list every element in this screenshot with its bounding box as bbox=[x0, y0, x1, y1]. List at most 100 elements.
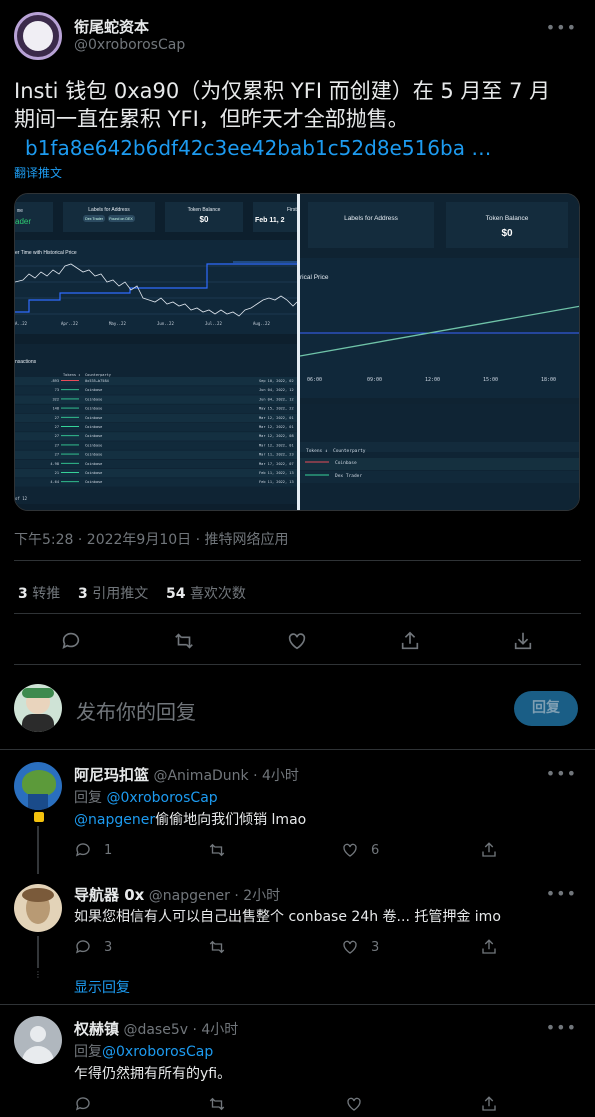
reply1-replying-to: 回复 @0xroborosCap bbox=[74, 787, 218, 807]
reply1-mention[interactable]: @napgener bbox=[74, 812, 155, 828]
right-x-tick-4: 18:00 bbox=[541, 377, 556, 383]
retweets-stat[interactable]: 3 转推 bbox=[18, 583, 60, 603]
divider bbox=[0, 1004, 595, 1005]
reply3-text: 乍得仍然拥有所有的yfi。 bbox=[74, 1066, 232, 1082]
author-name[interactable]: 衔尾蛇资本 bbox=[74, 16, 149, 37]
divider bbox=[14, 560, 581, 561]
reply1-more-icon[interactable]: ••• bbox=[546, 764, 577, 783]
right-x-tick-1: 09:00 bbox=[367, 377, 382, 383]
left-card3-value: Feb 11, 2 bbox=[255, 217, 285, 224]
left-x-tick-4: Jul..22 bbox=[205, 321, 222, 326]
reply3-handle[interactable]: @dase5v bbox=[123, 1022, 188, 1038]
reply3-avatar[interactable] bbox=[14, 1016, 62, 1064]
reply3-time[interactable]: · 4小时 bbox=[193, 1022, 239, 1038]
reply2-name[interactable]: 导航器 0x bbox=[74, 886, 144, 904]
author-handle[interactable]: @0xroborosCap bbox=[74, 37, 185, 53]
left-card2-title: Token Balance bbox=[188, 207, 221, 213]
retweet-icon[interactable] bbox=[173, 630, 195, 652]
like-icon[interactable] bbox=[286, 630, 308, 652]
user-avatar[interactable] bbox=[14, 684, 62, 732]
like-icon bbox=[343, 843, 357, 857]
right-row1-cp: Coinbase bbox=[335, 460, 357, 466]
reply3-reply-prefix: 回复 bbox=[74, 1044, 102, 1060]
reply2-share-action[interactable] bbox=[480, 938, 498, 956]
quotes-stat[interactable]: 3 引用推文 bbox=[78, 583, 148, 603]
tweet-text-line1: Insti 钱包 0xa90（为仅累积 YFI 而创建）在 5 月至 7 月 bbox=[14, 79, 551, 103]
reply2-handle[interactable]: @napgener bbox=[149, 888, 230, 904]
reply3-name[interactable]: 权赫镇 bbox=[74, 1020, 119, 1038]
left-row-counterparty: Coinbase bbox=[85, 471, 102, 475]
more-options-icon[interactable]: ••• bbox=[546, 18, 577, 37]
left-row-counterparty: Coinbase bbox=[85, 388, 102, 392]
retweet-icon bbox=[209, 843, 225, 857]
reply1-name[interactable]: 阿尼玛扣篮 bbox=[74, 766, 149, 784]
divider bbox=[14, 613, 581, 614]
reply-icon[interactable] bbox=[60, 630, 82, 652]
left-x-tick-1: Apr..22 bbox=[61, 321, 78, 326]
tweet-media[interactable]: me ader Labels for Address Dex Trader Fo… bbox=[14, 193, 580, 511]
left-col-tokens: Tokens ↕ bbox=[63, 373, 80, 377]
quotes-count: 3 bbox=[78, 586, 88, 602]
left-row-time: Mar 12, 2022, 08 bbox=[259, 434, 294, 438]
quotes-label: 引用推文 bbox=[92, 586, 149, 602]
translate-link[interactable]: 翻译推文 bbox=[14, 164, 62, 181]
reply1-reply-to[interactable]: @0xroborosCap bbox=[106, 790, 217, 806]
left-row-counterparty: Coinbase bbox=[85, 462, 102, 466]
retweets-label: 转推 bbox=[32, 586, 61, 602]
left-row-amount: 27 bbox=[55, 453, 59, 457]
download-icon[interactable] bbox=[512, 630, 534, 652]
reply2-time[interactable]: · 2小时 bbox=[234, 888, 280, 904]
left-x-tick-2: May..22 bbox=[109, 321, 126, 326]
reply-button[interactable]: 回复 bbox=[514, 691, 578, 726]
media-screenshot: me ader Labels for Address Dex Trader Fo… bbox=[15, 194, 579, 510]
share-icon bbox=[482, 1096, 496, 1111]
reply3-reply-to[interactable]: @0xroborosCap bbox=[102, 1044, 213, 1060]
right-row2-cp: Dex Trader bbox=[335, 473, 362, 479]
right-x-tick-3: 15:00 bbox=[483, 377, 498, 383]
reply1-avatar[interactable] bbox=[14, 762, 62, 810]
left-row-time: Feb 11, 2022, 13 bbox=[259, 480, 294, 484]
left-x-tick-0: A..22 bbox=[15, 321, 28, 326]
reply2-more-icon[interactable]: ••• bbox=[546, 884, 577, 903]
reply3-retweet-action[interactable] bbox=[208, 1095, 226, 1113]
reply1-reply-action[interactable]: 1 bbox=[74, 841, 112, 859]
reply1-retweet-action[interactable] bbox=[208, 841, 226, 859]
left-table-footer: of 12 bbox=[15, 496, 28, 501]
left-row-counterparty: Coinbase bbox=[85, 480, 102, 484]
reply1-badge-icon bbox=[34, 812, 44, 822]
like-icon bbox=[343, 940, 357, 954]
left-tag-found: Found on DEX bbox=[109, 217, 133, 221]
left-row-amount: 27 bbox=[55, 443, 59, 447]
reply2-retweet-action[interactable] bbox=[208, 938, 226, 956]
left-name-frag: me bbox=[17, 208, 23, 214]
left-row-counterparty: Coinbase bbox=[85, 434, 102, 438]
left-row-counterparty: Coinbase bbox=[85, 453, 102, 457]
reply1-like-action[interactable]: 6 bbox=[341, 841, 379, 859]
reply2-like-action[interactable]: 3 bbox=[341, 938, 379, 956]
reply1-text: @napgener偷偷地向我们倾销 lmao bbox=[74, 809, 306, 829]
author-avatar[interactable] bbox=[14, 12, 62, 60]
left-row-time: Mar 11, 2022, 23 bbox=[259, 453, 294, 457]
reply2-avatar[interactable] bbox=[14, 884, 62, 932]
share-icon[interactable] bbox=[399, 630, 421, 652]
reply3-like-action[interactable] bbox=[345, 1095, 363, 1113]
reply3-reply-action[interactable] bbox=[74, 1095, 92, 1113]
show-replies-link[interactable]: 显示回复 bbox=[74, 977, 130, 997]
left-row-counterparty: 0x535…b7584 bbox=[85, 379, 109, 383]
left-row-time: Mar 17, 2022, 07 bbox=[259, 462, 294, 466]
tweet-link[interactable]: b1fa8e642b6df42c3ee42bab1c52d8e516ba … bbox=[25, 136, 491, 160]
reply1-handle[interactable]: @AnimaDunk bbox=[153, 768, 248, 784]
reply1-time[interactable]: · 4小时 bbox=[253, 768, 299, 784]
tweet-timestamp[interactable]: 下午5:28 · 2022年9月10日 · 推特网络应用 bbox=[14, 529, 289, 549]
reply1-share-action[interactable] bbox=[480, 841, 498, 859]
left-section-title: nsactions bbox=[15, 359, 37, 365]
left-row-counterparty: Coinbase bbox=[85, 425, 102, 429]
reply-input[interactable]: 发布你的回复 bbox=[76, 696, 196, 725]
left-row-counterparty: Coinbase bbox=[85, 443, 102, 447]
likes-stat[interactable]: 54 喜欢次数 bbox=[166, 583, 246, 603]
reply2-reply-action[interactable]: 3 bbox=[74, 938, 112, 956]
reply3-more-icon[interactable]: ••• bbox=[546, 1018, 577, 1037]
reply3-share-action[interactable] bbox=[480, 1095, 498, 1113]
right-card1-title: Labels for Address bbox=[344, 215, 399, 222]
retweet-icon bbox=[209, 1097, 225, 1111]
